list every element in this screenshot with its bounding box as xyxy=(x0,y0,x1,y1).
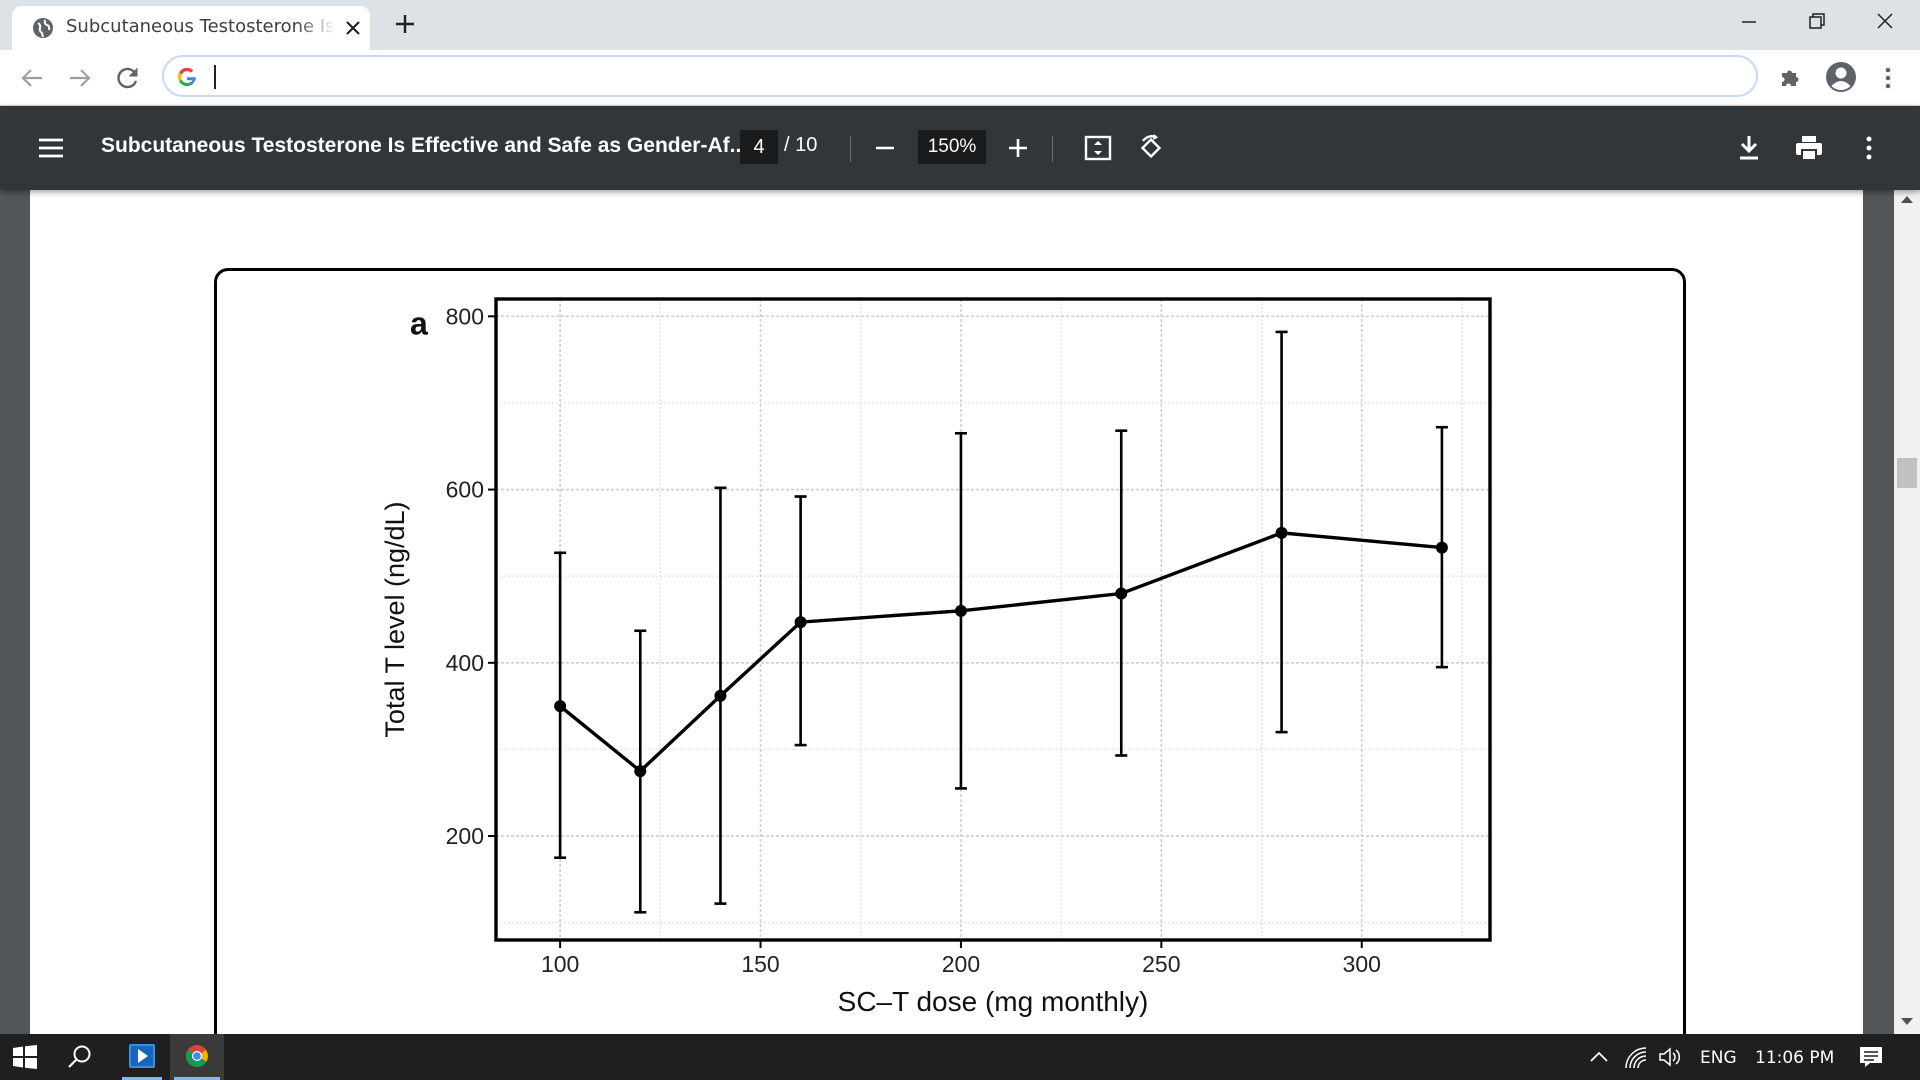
series-line xyxy=(559,531,1443,774)
search-icon[interactable] xyxy=(66,1044,94,1070)
pdf-page: 100 150 200 250 300 200 400 600 800 a SC–T dose … xyxy=(30,190,1863,1034)
hamburger-menu-icon[interactable] xyxy=(36,133,66,163)
toolbar-divider xyxy=(850,136,851,162)
data-point xyxy=(554,700,567,713)
browser-tab[interactable]: Subcutaneous Testosterone Is Effective a… xyxy=(12,6,370,50)
zoom-level-input[interactable]: 150% xyxy=(918,130,986,164)
google-icon xyxy=(176,66,198,88)
browser-toolbar xyxy=(0,50,1920,106)
x-axis-label: SC–T dose (mg monthly) xyxy=(838,986,1149,1017)
axis-ticks: 100 150 200 250 300 200 400 600 800 xyxy=(446,303,1381,977)
data-point xyxy=(954,604,967,617)
profile-avatar-icon[interactable] xyxy=(1824,60,1858,94)
extensions-icon[interactable] xyxy=(1776,64,1804,92)
y-tick-label: 800 xyxy=(446,303,484,329)
data-point xyxy=(714,689,727,702)
x-tick-label: 250 xyxy=(1142,951,1180,977)
rotate-icon[interactable] xyxy=(1136,133,1166,163)
pdf-viewer[interactable]: 100 150 200 250 300 200 400 600 800 a SC–T dose … xyxy=(0,190,1920,1034)
restore-icon[interactable] xyxy=(1802,10,1832,34)
show-hidden-icons-chevron-icon[interactable] xyxy=(1588,1048,1610,1066)
panel-label: a xyxy=(410,305,428,341)
data-point xyxy=(634,765,647,778)
scroll-thumb[interactable] xyxy=(1897,458,1917,488)
more-options-icon[interactable] xyxy=(1854,133,1884,163)
toolbar-divider xyxy=(1052,136,1053,162)
zoom-in-icon[interactable] xyxy=(1003,133,1033,163)
print-icon[interactable] xyxy=(1794,133,1824,163)
media-player-icon[interactable] xyxy=(120,1034,164,1080)
notification-center-icon[interactable] xyxy=(1858,1045,1884,1069)
address-input[interactable] xyxy=(212,61,1712,91)
back-icon[interactable] xyxy=(18,64,46,92)
forward-icon[interactable] xyxy=(66,64,94,92)
tab-strip: Subcutaneous Testosterone Is Effective a… xyxy=(0,0,1920,50)
x-tick-label: 150 xyxy=(741,951,779,977)
y-axis-label: Total T level (ng/dL) xyxy=(380,501,410,737)
minimize-icon[interactable] xyxy=(1734,10,1764,34)
windows-taskbar: ENG 11:06 PM xyxy=(0,1034,1920,1080)
x-tick-label: 100 xyxy=(541,951,579,977)
y-tick-label: 400 xyxy=(446,650,484,676)
volume-icon[interactable] xyxy=(1658,1046,1684,1068)
scroll-down-arrow-icon[interactable] xyxy=(1901,1018,1913,1025)
address-bar[interactable] xyxy=(162,55,1758,97)
data-point xyxy=(1275,526,1288,539)
vertical-scrollbar[interactable] xyxy=(1894,190,1920,1034)
document-title: Subcutaneous Testosterone Is Effective a… xyxy=(101,134,748,157)
zoom-out-icon[interactable] xyxy=(870,133,900,163)
x-tick-label: 300 xyxy=(1343,951,1381,977)
download-icon[interactable] xyxy=(1734,133,1764,163)
plot-frame xyxy=(494,297,1492,942)
globe-icon xyxy=(32,17,54,39)
x-tick-label: 200 xyxy=(942,951,980,977)
line-chart: 100 150 200 250 300 200 400 600 800 a SC–T dose … xyxy=(380,297,1492,1017)
page-total: / 10 xyxy=(784,134,818,156)
tab-title: Subcutaneous Testosterone Is Effective a… xyxy=(66,16,336,37)
y-tick-label: 200 xyxy=(446,823,484,849)
browser-menu-icon[interactable] xyxy=(1874,64,1902,92)
fit-to-page-icon[interactable] xyxy=(1083,133,1113,163)
clock[interactable]: 11:06 PM xyxy=(1755,1048,1834,1068)
y-tick-label: 600 xyxy=(446,477,484,503)
page-number-input[interactable]: 4 xyxy=(740,130,778,164)
error-bars xyxy=(554,330,1448,914)
new-tab-icon[interactable] xyxy=(393,12,417,36)
language-indicator[interactable]: ENG xyxy=(1700,1048,1737,1068)
data-point xyxy=(1435,541,1448,554)
window-close-icon[interactable] xyxy=(1870,10,1900,34)
scroll-up-arrow-icon[interactable] xyxy=(1901,196,1913,203)
windows-start-icon[interactable] xyxy=(12,1045,40,1069)
network-icon[interactable] xyxy=(1624,1046,1648,1070)
data-point xyxy=(1115,587,1128,600)
pdf-toolbar: Subcutaneous Testosterone Is Effective a… xyxy=(0,106,1920,190)
reload-icon[interactable] xyxy=(114,64,142,92)
data-point xyxy=(794,616,807,629)
close-icon[interactable] xyxy=(344,19,362,37)
data-points xyxy=(554,526,1448,778)
chart-grid xyxy=(496,299,1490,940)
chrome-taskbar-icon[interactable] xyxy=(170,1034,224,1080)
